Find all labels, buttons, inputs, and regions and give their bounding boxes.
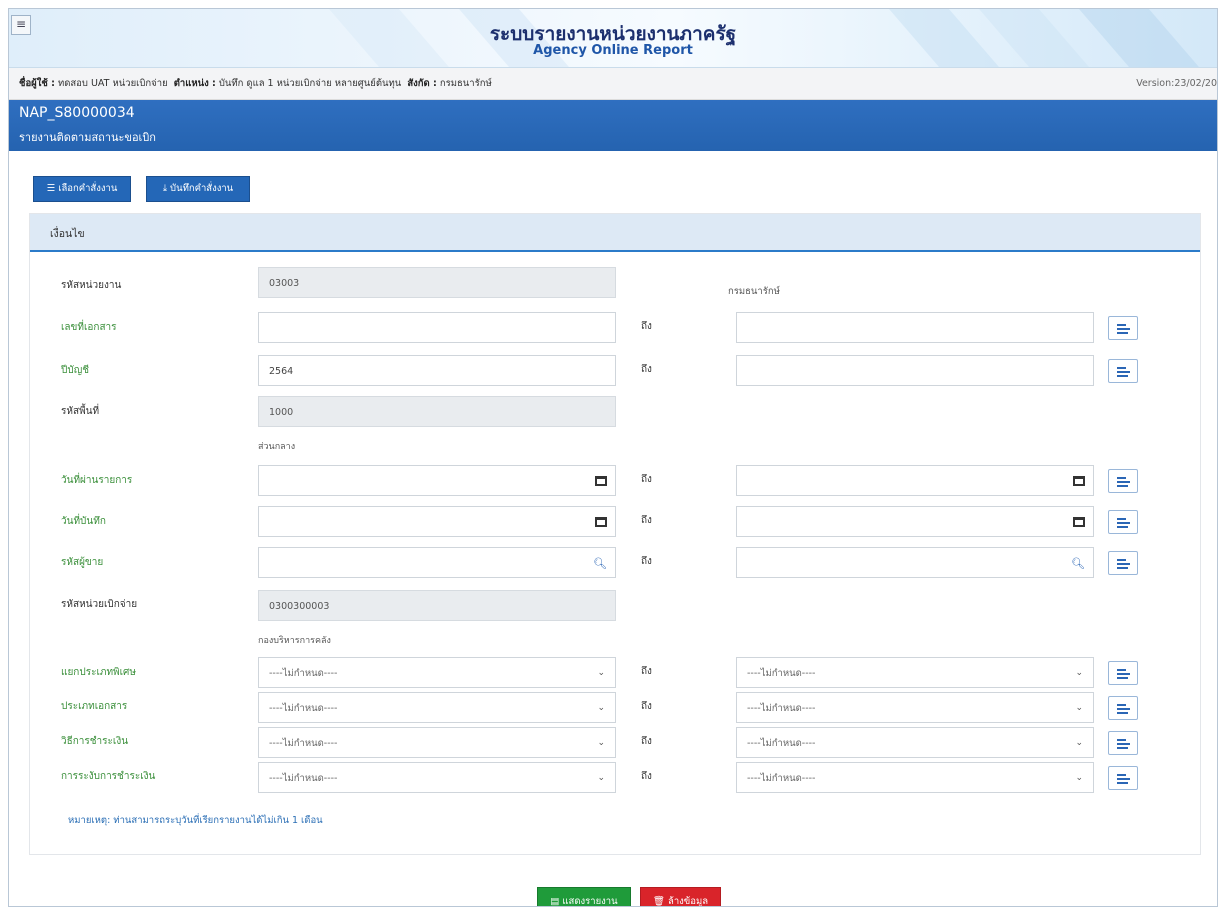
report-icon: ▤ — [550, 896, 560, 907]
post-date-list-button[interactable] — [1108, 469, 1138, 493]
affiliation-label: สังกัด : — [407, 78, 437, 89]
pay-block-list-button[interactable] — [1108, 766, 1138, 790]
fiscal-year-list-button[interactable] — [1108, 359, 1138, 383]
chevron-down-icon: ⌄ — [1075, 703, 1083, 713]
special-type-list-button[interactable] — [1108, 661, 1138, 685]
doc-type-from-select[interactable]: ----ไม่กำหนด---- ⌄ — [258, 692, 616, 723]
entry-date-from-input[interactable] — [258, 506, 616, 537]
special-type-to-label: ถึง — [641, 666, 652, 677]
fiscal-year-from-input[interactable]: 2564 — [258, 355, 616, 386]
user-info-bar: ชื่อผู้ใช้ : ทดสอบ UAT หน่วยเบิกจ่าย ตำแ… — [9, 68, 1217, 100]
calendar-icon[interactable] — [1073, 507, 1085, 539]
post-date-to-input[interactable] — [736, 465, 1094, 496]
page-code: NAP_S80000034 — [19, 105, 135, 121]
select-command-label: เลือกคำสั่งงาน — [58, 183, 118, 194]
chevron-down-icon: ⌄ — [1075, 668, 1083, 678]
pay-block-label: การระงับการชำระเงิน — [61, 771, 156, 782]
fiscal-year-label: ปีบัญชี — [61, 365, 90, 376]
chevron-down-icon: ⌄ — [597, 773, 605, 783]
panel-title: เงื่อนไข — [50, 228, 85, 240]
pay-method-from-select[interactable]: ----ไม่กำหนด---- ⌄ — [258, 727, 616, 758]
special-type-from-select[interactable]: ----ไม่กำหนด---- ⌄ — [258, 657, 616, 688]
chevron-down-icon: ⌄ — [597, 703, 605, 713]
header-banner: ≡ ระบบรายงานหน่วยงานภาครัฐ Agency Online… — [9, 9, 1217, 68]
save-icon: ⤓ — [162, 183, 168, 194]
user-value: ทดสอบ UAT หน่วยเบิกจ่าย — [57, 78, 168, 89]
app-subtitle: Agency Online Report — [533, 43, 693, 58]
save-command-label: บันทึกคำสั่งงาน — [170, 183, 234, 194]
pay-block-to-label: ถึง — [641, 771, 652, 782]
show-report-button[interactable]: ▤ แสดงรายงาน — [537, 887, 631, 907]
vendor-list-button[interactable] — [1108, 551, 1138, 575]
doc-no-label: เลขที่เอกสาร — [61, 322, 117, 333]
calendar-icon[interactable] — [595, 507, 607, 539]
entry-date-list-button[interactable] — [1108, 510, 1138, 534]
calendar-icon[interactable] — [595, 466, 607, 498]
panel-header: เงื่อนไข — [30, 214, 1200, 252]
post-date-from-input[interactable] — [258, 465, 616, 496]
agency-name: กรมธนารักษ์ — [728, 286, 780, 297]
affiliation-value: กรมธนารักษ์ — [439, 78, 492, 89]
doc-no-list-button[interactable] — [1108, 316, 1138, 340]
position-label: ตำแหน่ง : — [173, 78, 216, 89]
conditions-panel: เงื่อนไข รหัสหน่วยงาน 03003 กรมธนารักษ์ … — [29, 213, 1201, 855]
user-info: ชื่อผู้ใช้ : ทดสอบ UAT หน่วยเบิกจ่าย ตำแ… — [19, 68, 492, 99]
agency-code-field: 03003 — [258, 267, 616, 298]
vendor-code-label: รหัสผู้ขาย — [61, 557, 104, 568]
date-limit-note: หมายเหตุ: ท่านสามารถระบุวันที่เรียกรายงา… — [68, 815, 323, 826]
entry-date-to-label: ถึง — [641, 515, 652, 526]
vendor-to-input[interactable]: 🔍︎ — [736, 547, 1094, 578]
chevron-down-icon: ⌄ — [597, 738, 605, 748]
chevron-down-icon: ⌄ — [1075, 738, 1083, 748]
position-value: บันทึก ดูแล 1 หน่วยเบิกจ่าย หลายศูนย์ต้น… — [218, 78, 402, 89]
chevron-down-icon: ⌄ — [597, 668, 605, 678]
entry-date-label: วันที่บันทึก — [61, 516, 106, 527]
clear-data-button[interactable]: 🗑︎ ล้างข้อมูล — [640, 887, 721, 907]
doc-type-to-label: ถึง — [641, 701, 652, 712]
area-name: ส่วนกลาง — [258, 442, 296, 452]
app-window: ≡ ระบบรายงานหน่วยงานภาครัฐ Agency Online… — [8, 8, 1218, 907]
entry-date-to-input[interactable] — [736, 506, 1094, 537]
page-header: NAP_S80000034 รายงานติดตามสถานะขอเบิก — [9, 100, 1217, 151]
select-command-button[interactable]: ☰ เลือกคำสั่งงาน — [33, 176, 131, 202]
doc-no-from-input[interactable] — [258, 312, 616, 343]
clear-data-label: ล้างข้อมูล — [668, 896, 709, 907]
doc-type-to-select[interactable]: ----ไม่กำหนด---- ⌄ — [736, 692, 1094, 723]
pay-block-from-select[interactable]: ----ไม่กำหนด---- ⌄ — [258, 762, 616, 793]
disb-unit-field: 0300300003 — [258, 590, 616, 621]
disb-unit-label: รหัสหน่วยเบิกจ่าย — [61, 599, 138, 610]
user-label: ชื่อผู้ใช้ : — [19, 78, 55, 89]
trash-icon: 🗑︎ — [652, 896, 665, 907]
search-icon[interactable]: 🔍︎ — [1071, 548, 1085, 579]
save-command-button[interactable]: ⤓ บันทึกคำสั่งงาน — [146, 176, 250, 202]
special-type-to-select[interactable]: ----ไม่กำหนด---- ⌄ — [736, 657, 1094, 688]
pay-block-to-select[interactable]: ----ไม่กำหนด---- ⌄ — [736, 762, 1094, 793]
vendor-from-input[interactable]: 🔍︎ — [258, 547, 616, 578]
fiscal-year-to-label: ถึง — [641, 364, 652, 375]
fiscal-year-to-input[interactable] — [736, 355, 1094, 386]
doc-no-to-input[interactable] — [736, 312, 1094, 343]
post-date-label: วันที่ผ่านรายการ — [61, 475, 133, 486]
show-report-label: แสดงรายงาน — [562, 896, 618, 907]
area-code-label: รหัสพื้นที่ — [61, 406, 100, 417]
agency-code-label: รหัสหน่วยงาน — [61, 280, 122, 291]
doc-type-list-button[interactable] — [1108, 696, 1138, 720]
calendar-icon[interactable] — [1073, 466, 1085, 498]
doc-type-label: ประเภทเอกสาร — [61, 701, 128, 712]
post-date-to-label: ถึง — [641, 474, 652, 485]
page-title: รายงานติดตามสถานะขอเบิก — [19, 131, 156, 144]
vendor-to-label: ถึง — [641, 556, 652, 567]
doc-no-to-label: ถึง — [641, 321, 652, 332]
pay-method-to-select[interactable]: ----ไม่กำหนด---- ⌄ — [736, 727, 1094, 758]
chevron-down-icon: ⌄ — [1075, 773, 1083, 783]
area-code-field: 1000 — [258, 396, 616, 427]
disb-unit-name: กองบริหารการคลัง — [258, 636, 331, 646]
list-icon: ☰ — [46, 183, 56, 194]
pay-method-list-button[interactable] — [1108, 731, 1138, 755]
pay-method-to-label: ถึง — [641, 736, 652, 747]
special-type-label: แยกประเภทพิเศษ — [61, 667, 136, 678]
pay-method-label: วิธีการชำระเงิน — [61, 736, 129, 747]
version-label: Version:23/02/20 — [1136, 78, 1217, 89]
search-icon[interactable]: 🔍︎ — [593, 548, 607, 579]
